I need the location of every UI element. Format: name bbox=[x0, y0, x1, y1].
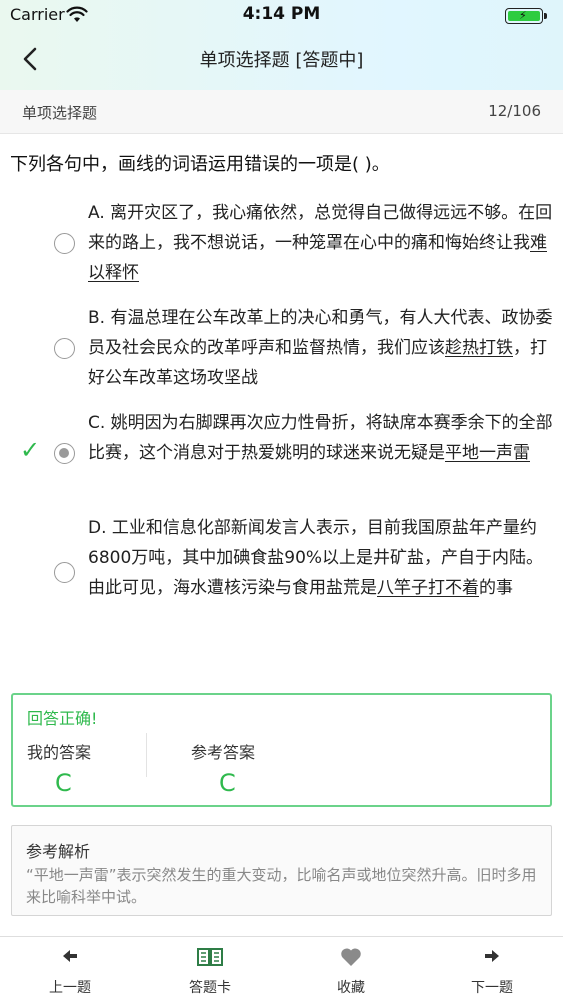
question-type-label: 单项选择题 bbox=[22, 104, 98, 122]
reference-answer-label: 参考答案 bbox=[191, 743, 256, 762]
answer-divider bbox=[146, 733, 147, 777]
clock: 4:14 PM bbox=[242, 4, 321, 24]
prev-question-tab[interactable]: 上一题 bbox=[10, 937, 130, 1000]
arrow-left-icon bbox=[63, 950, 77, 962]
next-question-tab[interactable]: 下一题 bbox=[432, 937, 552, 1000]
analysis-body: “平地一声雷”表示突然发生的重大变动，比喻名声或地位突然升高。旧时多用来比喻科举… bbox=[26, 866, 537, 906]
status-bar: Carrier 4:14 PM ⚡ bbox=[0, 0, 563, 30]
option-c-text: C. 姚明因为右脚踝再次应力性骨折，将缺席本赛季余下的全部比赛，这个消息对于热爱… bbox=[88, 413, 553, 463]
book-icon bbox=[197, 948, 223, 966]
favorite-label: 收藏 bbox=[337, 980, 365, 996]
prev-question-label: 上一题 bbox=[49, 980, 91, 996]
next-question-label: 下一题 bbox=[471, 980, 513, 996]
result-label: 回答正确! bbox=[27, 709, 98, 728]
nav-bar: 单项选择题 [答题中] bbox=[0, 30, 563, 90]
favorite-tab[interactable]: 收藏 bbox=[291, 937, 411, 1000]
page-title: 单项选择题 [答题中] bbox=[199, 50, 364, 71]
question-subheader: 单项选择题 12/106 bbox=[0, 90, 563, 134]
answer-result-box: 回答正确! 我的答案 参考答案 C C bbox=[11, 693, 552, 807]
option-d-underlined: 八竿子打不着 bbox=[377, 578, 479, 598]
my-answer-label: 我的答案 bbox=[27, 743, 92, 762]
option-b-text: B. 有温总理在公车改革上的决心和勇气，有人大代表、政协委员及社会民众的改革呼声… bbox=[88, 308, 553, 388]
option-a[interactable]: A. 离开灾区了，我心痛依然，总觉得自己做得远远不够。在回来的路上，我不想说话，… bbox=[0, 198, 563, 293]
option-d-text: D. 工业和信息化部新闻发言人表示，目前我国原盐年产量约6800万吨，其中加碘食… bbox=[88, 518, 544, 598]
bottom-tab-bar: 上一题 答题卡 收藏 下一题 bbox=[0, 936, 563, 1000]
battery-icon: ⚡ bbox=[505, 8, 549, 24]
option-c[interactable]: ✓ C. 姚明因为右脚踝再次应力性骨折，将缺席本赛季余下的全部比赛，这个消息对于… bbox=[0, 408, 563, 503]
reference-answer-value: C bbox=[219, 769, 236, 797]
question-progress: 12/106 bbox=[488, 102, 541, 120]
answer-card-tab[interactable]: 答题卡 bbox=[150, 937, 270, 1000]
analysis-title: 参考解析 bbox=[26, 842, 91, 861]
option-a-radio[interactable] bbox=[54, 233, 75, 254]
option-c-underlined: 平地一声雷 bbox=[445, 443, 530, 463]
answer-card-label: 答题卡 bbox=[189, 980, 231, 996]
option-b-underlined: 趁热打铁 bbox=[445, 338, 513, 358]
heart-icon bbox=[341, 948, 361, 966]
option-c-radio[interactable] bbox=[54, 443, 75, 464]
option-a-text: A. 离开灾区了，我心痛依然，总觉得自己做得远远不够。在回来的路上，我不想说话，… bbox=[88, 203, 553, 283]
option-b-radio[interactable] bbox=[54, 338, 75, 359]
analysis-box: 参考解析 “平地一声雷”表示突然发生的重大变动，比喻名声或地位突然升高。旧时多用… bbox=[11, 825, 552, 916]
header-area: Carrier 4:14 PM ⚡ 单项选择题 [答题中] bbox=[0, 0, 563, 90]
option-d[interactable]: D. 工业和信息化部新闻发言人表示，目前我国原盐年产量约6800万吨，其中加碘食… bbox=[0, 513, 563, 638]
arrow-right-icon bbox=[485, 950, 499, 962]
charging-bolt-icon: ⚡ bbox=[519, 9, 527, 22]
correct-check-icon: ✓ bbox=[20, 436, 41, 464]
option-d-radio[interactable] bbox=[54, 562, 75, 583]
question-text: 下列各句中，画线的词语运用错误的一项是( )。 bbox=[10, 154, 390, 175]
my-answer-value: C bbox=[55, 769, 72, 797]
option-b[interactable]: B. 有温总理在公车改革上的决心和勇气，有人大代表、政协委员及社会民众的改革呼声… bbox=[0, 303, 563, 398]
